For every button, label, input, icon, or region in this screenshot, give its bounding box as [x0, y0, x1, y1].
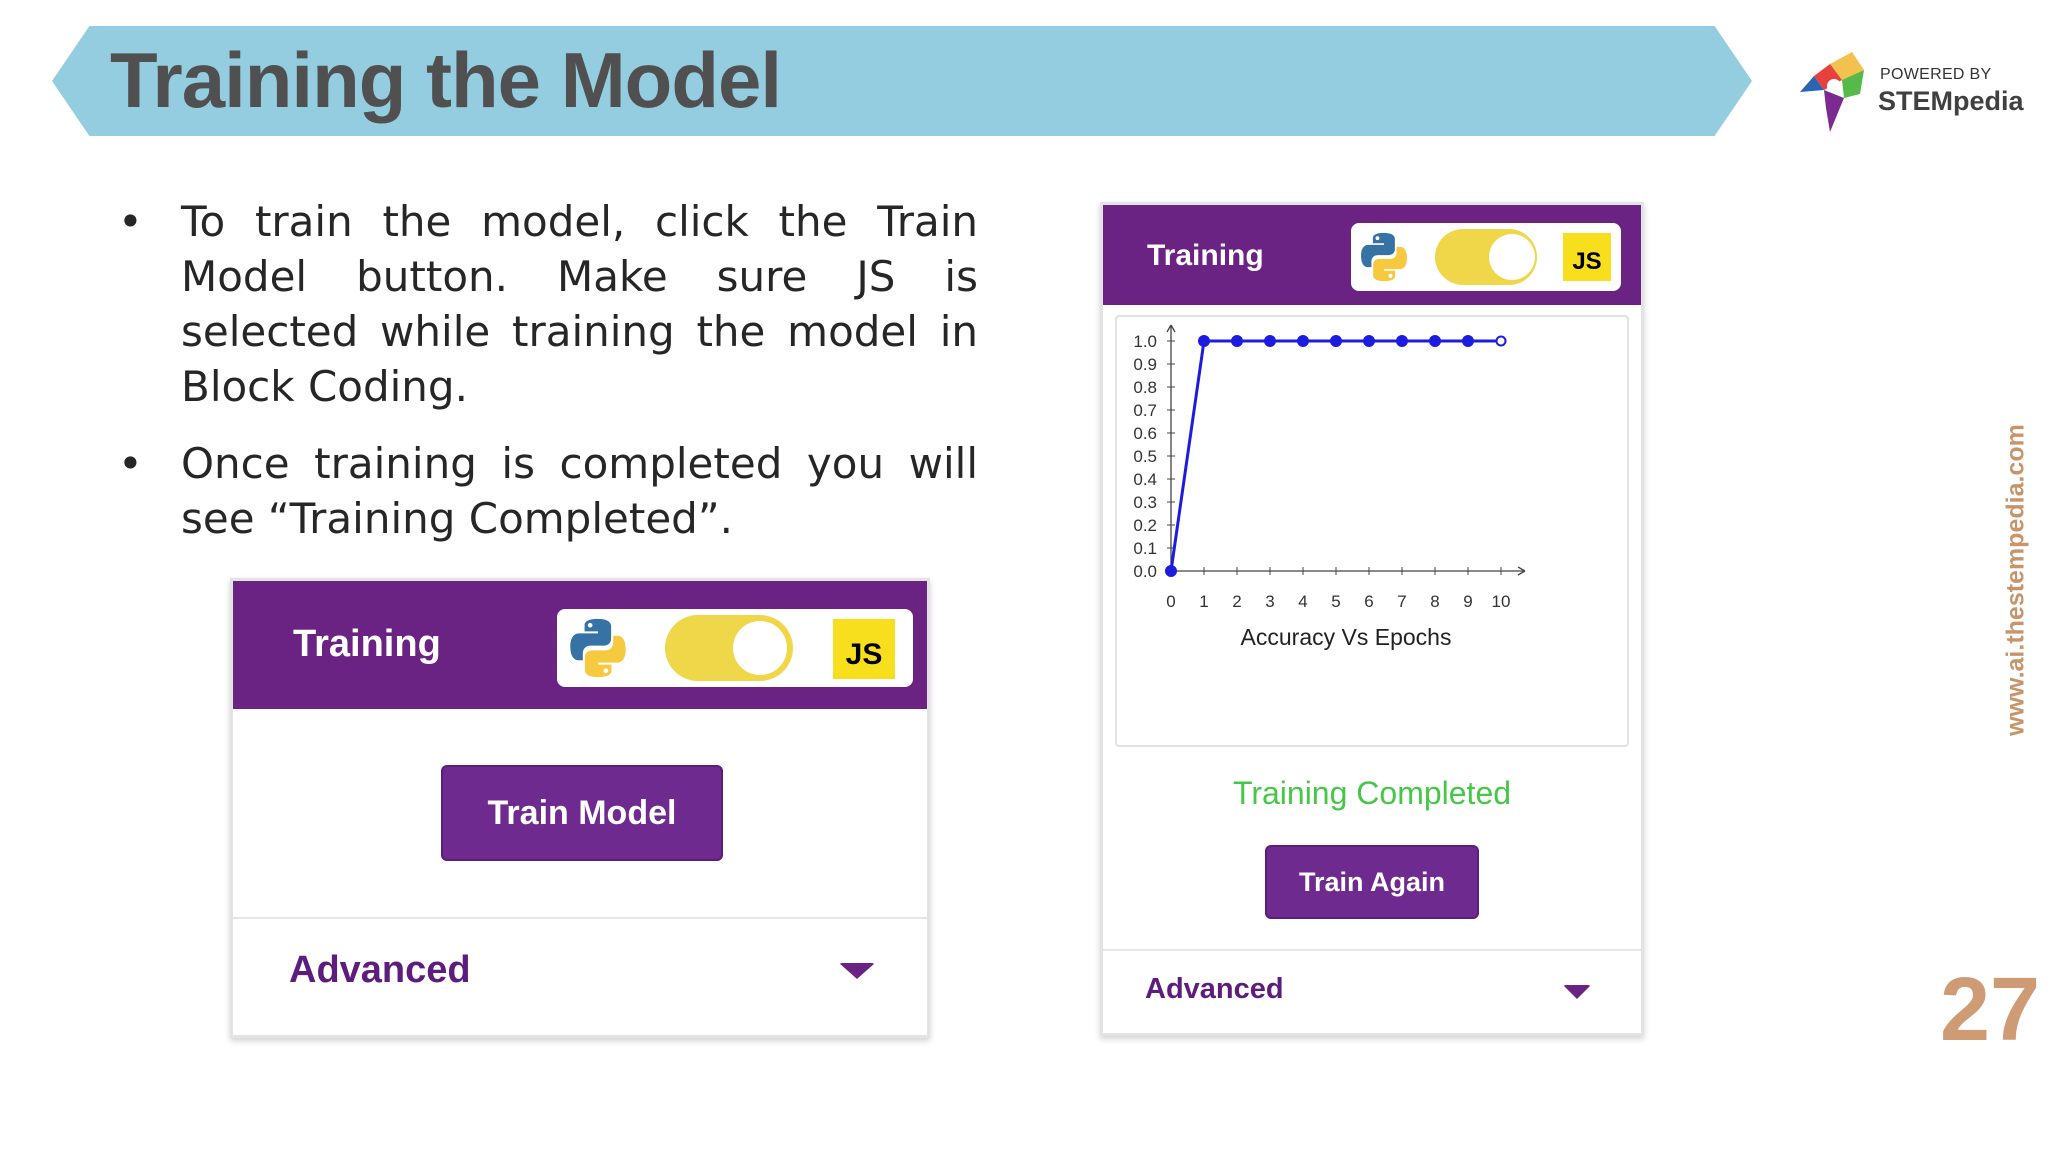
accuracy-line [1169, 339, 1501, 572]
advanced-label: Advanced [1145, 973, 1284, 1005]
js-icon[interactable]: JS [833, 619, 895, 679]
page-number: 27 [1940, 960, 2041, 1060]
bullet-item: • Once training is completed you will se… [110, 436, 978, 546]
y-tick-label: 0.6 [1133, 424, 1157, 443]
training-panel-header: Training JS [1103, 205, 1641, 305]
stempedia-logo-icon [1800, 52, 1864, 132]
y-tick-label: 1.0 [1133, 332, 1157, 351]
x-axis-title: Accuracy Vs Epochs [1241, 624, 1452, 650]
accuracy-chart-svg: 0.0 0.1 0.2 0.3 0.4 0.5 0.6 0.7 0.8 0.9 1.0 0 1 2 3 4 5 6… [1133, 324, 1526, 650]
accuracy-point [1363, 335, 1375, 347]
accuracy-point [1165, 565, 1177, 577]
y-tick-label: 0.5 [1133, 447, 1157, 466]
stempedia-logo: POWERED BY STEMpedia [1794, 50, 2024, 140]
x-tick-label: 7 [1397, 592, 1406, 611]
language-toggle[interactable] [1435, 229, 1537, 285]
chevron-down-icon[interactable] [1563, 985, 1591, 999]
x-tick-label: 8 [1430, 592, 1439, 611]
bullet-text: Once training is completed you will see … [181, 439, 978, 543]
accuracy-chart: 0.0 0.1 0.2 0.3 0.4 0.5 0.6 0.7 0.8 0.9 1.0 0 1 2 3 4 5 6… [1115, 315, 1629, 747]
x-tick-label: 6 [1364, 592, 1373, 611]
y-tick-label: 0.0 [1133, 562, 1157, 581]
accuracy-point [1462, 335, 1474, 347]
python-icon[interactable] [563, 613, 633, 683]
accuracy-point [1429, 335, 1441, 347]
accuracy-point [1264, 335, 1276, 347]
x-tick-label: 4 [1298, 592, 1307, 611]
x-tick-label: 0 [1166, 592, 1175, 611]
language-toggle[interactable] [665, 615, 793, 681]
bullet-text: To train the model, click the Train Mode… [181, 197, 978, 411]
advanced-section[interactable]: Advanced [233, 917, 927, 1035]
advanced-section[interactable]: Advanced [1103, 949, 1641, 1033]
x-tick-label: 2 [1232, 592, 1241, 611]
accuracy-point [1198, 335, 1210, 347]
bullet-item: • To train the model, click the Train Mo… [110, 194, 978, 414]
bullet-list: • To train the model, click the Train Mo… [110, 194, 978, 568]
y-tick-label: 0.8 [1133, 378, 1157, 397]
x-tick-label: 3 [1265, 592, 1274, 611]
training-panel-initial: Training JS Train Model Advanced [230, 578, 930, 1038]
chevron-down-icon[interactable] [839, 963, 875, 979]
y-tick-label: 0.3 [1133, 493, 1157, 512]
training-header-title: Training [293, 623, 441, 665]
toggle-knob [1489, 234, 1535, 280]
train-model-button[interactable]: Train Model [441, 765, 723, 861]
training-status: Training Completed [1232, 775, 1512, 811]
accuracy-point [1297, 335, 1309, 347]
training-header-title: Training [1147, 239, 1264, 272]
website-url[interactable]: www.ai.thestempedia.com [2002, 424, 2031, 736]
y-tick-label: 0.9 [1133, 355, 1157, 374]
y-tick-label: 0.1 [1133, 539, 1157, 558]
train-again-button[interactable]: Train Again [1265, 845, 1479, 919]
logo-name: STEMpedia [1878, 86, 2024, 116]
js-icon[interactable]: JS [1563, 233, 1611, 281]
training-panel-completed: Training JS 0.0 0.1 0.2 0.3 0.4 0.5 0.6 0.7 0.8 0… [1100, 202, 1644, 1036]
python-icon[interactable] [1355, 228, 1413, 286]
accuracy-point [1231, 335, 1243, 347]
advanced-label: Advanced [289, 949, 471, 991]
accuracy-point [1396, 335, 1408, 347]
language-selector[interactable]: JS [557, 609, 913, 687]
x-tick-label: 10 [1492, 592, 1511, 611]
accuracy-point [1330, 335, 1342, 347]
x-tick-label: 5 [1331, 592, 1340, 611]
x-tick-label: 1 [1199, 592, 1208, 611]
logo-powered-by: POWERED BY [1880, 66, 1992, 83]
y-tick-label: 0.4 [1133, 470, 1157, 489]
y-tick-label: 0.7 [1133, 401, 1157, 420]
x-tick-label: 9 [1463, 592, 1472, 611]
slide-title: Training the Model [110, 36, 782, 124]
toggle-knob [733, 621, 787, 675]
y-tick-label: 0.2 [1133, 516, 1157, 535]
bullet-dot: • [118, 439, 143, 488]
training-panel-header: Training JS [233, 581, 927, 709]
bullet-dot: • [118, 197, 143, 246]
language-selector[interactable]: JS [1351, 223, 1621, 291]
accuracy-point [1495, 335, 1507, 347]
